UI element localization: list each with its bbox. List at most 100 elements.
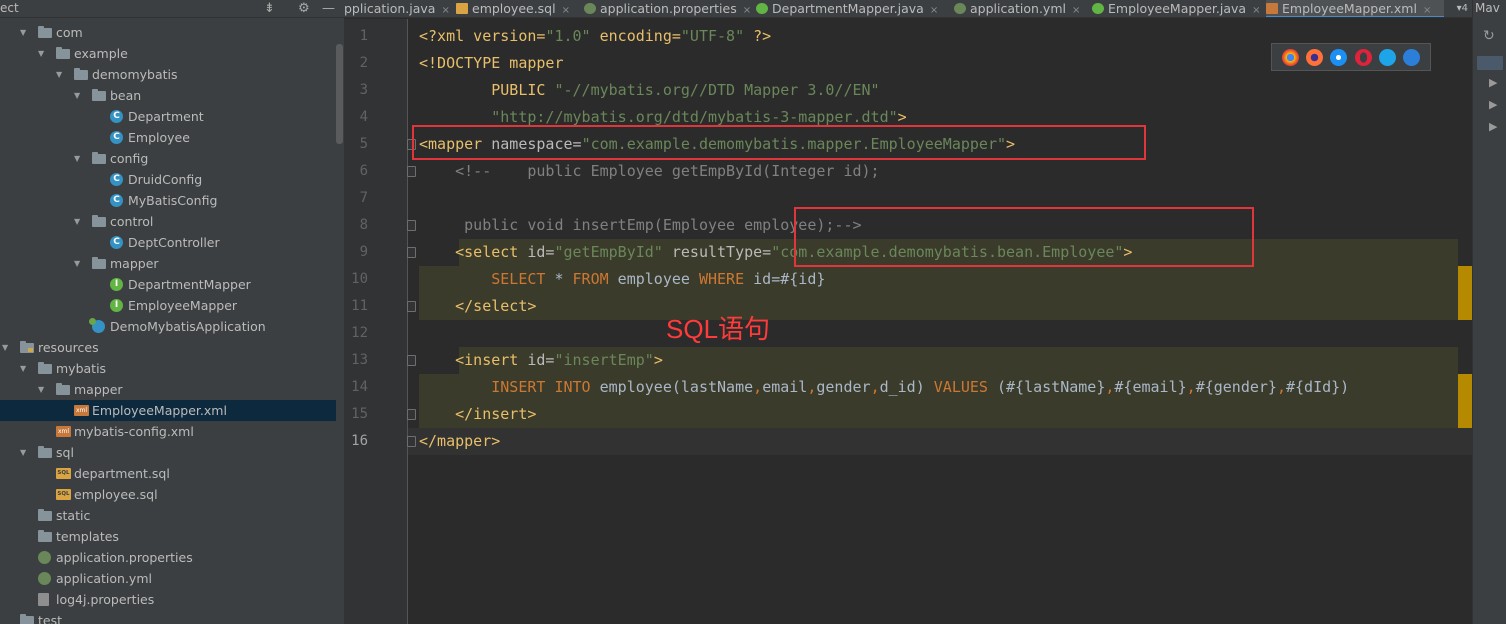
code-line[interactable]: <?xml version="1.0" encoding="UTF-8" ?> bbox=[419, 23, 771, 50]
editor-tab[interactable]: employee.sql × bbox=[456, 0, 576, 17]
close-tab-icon[interactable]: × bbox=[743, 5, 751, 16]
code-line[interactable]: SELECT * FROM employee WHERE id=#{id} bbox=[419, 266, 825, 293]
tree-item[interactable]: C MyBatisConfig bbox=[0, 190, 336, 211]
fold-marker-icon[interactable] bbox=[407, 436, 416, 447]
code-line[interactable]: </select> bbox=[419, 293, 536, 320]
tree-item[interactable]: ▼ example bbox=[0, 43, 336, 64]
collapse-arrow-icon[interactable]: ▼ bbox=[20, 22, 30, 43]
editor-tab[interactable]: DepartmentMapper.java × bbox=[756, 0, 946, 17]
collapse-arrow-icon[interactable]: ▼ bbox=[20, 442, 30, 463]
close-tab-icon[interactable]: × bbox=[1252, 5, 1260, 16]
tree-item[interactable]: C Employee bbox=[0, 127, 336, 148]
safari-icon[interactable] bbox=[1330, 48, 1348, 66]
editor-tab[interactable]: EmployeeMapper.java × bbox=[1092, 0, 1260, 17]
tree-item[interactable]: ▼ bean bbox=[0, 85, 336, 106]
tab-label: DepartmentMapper.java bbox=[772, 1, 924, 16]
collapse-arrow-icon[interactable]: ▼ bbox=[20, 358, 30, 379]
tree-item[interactable]: I DepartmentMapper bbox=[0, 274, 336, 295]
collapse-arrow-icon[interactable]: ▼ bbox=[38, 43, 48, 64]
fold-marker-icon[interactable] bbox=[407, 301, 416, 312]
tree-item[interactable]: SQL employee.sql bbox=[0, 484, 336, 505]
tree-item[interactable]: ▼ mapper bbox=[0, 379, 336, 400]
expand-arrow-icon[interactable]: ▶ bbox=[1489, 76, 1497, 89]
line-number: 11 bbox=[351, 298, 368, 314]
tree-item[interactable]: ▼ resources bbox=[0, 337, 336, 358]
code-line[interactable]: <!DOCTYPE mapper bbox=[419, 50, 564, 77]
tree-item[interactable]: ▼ demomybatis bbox=[0, 64, 336, 85]
fold-marker-icon[interactable] bbox=[407, 220, 416, 231]
collapse-arrow-icon[interactable]: ▼ bbox=[74, 85, 84, 106]
maven-tool-tab[interactable]: Mav bbox=[1475, 1, 1500, 15]
editor-tab[interactable]: application.properties × bbox=[584, 0, 751, 17]
maven-project-node[interactable] bbox=[1477, 56, 1503, 70]
code-line[interactable]: PUBLIC "-//mybatis.org//DTD Mapper 3.0//… bbox=[419, 77, 879, 104]
tree-item[interactable]: templates bbox=[0, 526, 336, 547]
close-tab-icon[interactable]: × bbox=[930, 5, 938, 16]
tree-item[interactable]: C DeptController bbox=[0, 232, 336, 253]
tree-item[interactable]: ▼ sql bbox=[0, 442, 336, 463]
code-line[interactable]: INSERT INTO employee(lastName,email,gend… bbox=[419, 374, 1349, 401]
fold-marker-icon[interactable] bbox=[407, 166, 416, 177]
tree-item[interactable]: log4j.properties bbox=[0, 589, 336, 610]
ie-icon[interactable] bbox=[1378, 48, 1396, 66]
tree-item[interactable]: SQL department.sql bbox=[0, 463, 336, 484]
code-editor[interactable]: 1 2 3 4 5 6 7 8 9 10 11 12 13 14 15 16 <?xml version="1… bbox=[344, 19, 1472, 624]
collapse-arrow-icon[interactable]: ▼ bbox=[2, 337, 12, 358]
collapse-arrow-icon[interactable]: ▼ bbox=[74, 148, 84, 169]
tree-item[interactable]: xml mybatis-config.xml bbox=[0, 421, 336, 442]
tree-item[interactable]: ▼ config bbox=[0, 148, 336, 169]
close-tab-icon[interactable]: × bbox=[441, 5, 449, 16]
chrome-icon[interactable] bbox=[1281, 48, 1299, 66]
edge-icon[interactable] bbox=[1403, 48, 1421, 66]
tree-item[interactable]: DemoMybatisApplication bbox=[0, 316, 336, 337]
sidebar-scrollbar[interactable] bbox=[336, 44, 343, 144]
close-tab-icon[interactable]: × bbox=[1423, 5, 1431, 16]
expand-arrow-icon[interactable]: ▶ bbox=[1489, 98, 1497, 111]
editor-tab-bar: pplication.java × employee.sql × application… bbox=[344, 0, 1472, 18]
tree-item[interactable]: application.properties bbox=[0, 547, 336, 568]
opera-icon[interactable] bbox=[1354, 48, 1372, 66]
tree-item[interactable]: xml EmployeeMapper.xml bbox=[0, 400, 336, 421]
tree-item[interactable]: test bbox=[0, 610, 336, 624]
collapse-arrow-icon[interactable]: ▼ bbox=[38, 379, 48, 400]
folder-icon bbox=[92, 89, 106, 101]
fold-marker-icon[interactable] bbox=[407, 355, 416, 366]
fold-marker-icon[interactable] bbox=[407, 247, 416, 258]
tab-overflow-button[interactable]: ▾4 bbox=[1457, 0, 1468, 17]
tree-item[interactable]: ▼ mybatis bbox=[0, 358, 336, 379]
collapse-arrow-icon[interactable]: ▼ bbox=[74, 253, 84, 274]
editor-tab[interactable]: EmployeeMapper.xml × bbox=[1266, 0, 1444, 17]
tree-item-label: Department bbox=[128, 109, 204, 124]
tree-item[interactable]: ▼ mapper bbox=[0, 253, 336, 274]
firefox-icon[interactable] bbox=[1305, 48, 1323, 66]
gear-icon[interactable]: ⚙ bbox=[298, 0, 310, 18]
tree-item[interactable]: static bbox=[0, 505, 336, 526]
tree-item[interactable]: C Department bbox=[0, 106, 336, 127]
editor-tab[interactable]: pplication.java × bbox=[344, 0, 450, 17]
expand-arrow-icon[interactable]: ▶ bbox=[1489, 120, 1497, 133]
tree-item[interactable]: I EmployeeMapper bbox=[0, 295, 336, 316]
close-tab-icon[interactable]: × bbox=[562, 5, 570, 16]
resources-folder-icon bbox=[20, 341, 34, 353]
tree-item-label: control bbox=[110, 214, 154, 229]
hide-panel-icon[interactable]: — bbox=[322, 0, 335, 18]
collapse-all-icon[interactable]: ⇟ bbox=[264, 0, 275, 18]
collapse-arrow-icon[interactable]: ▼ bbox=[74, 211, 84, 232]
tree-item[interactable]: ▼ control bbox=[0, 211, 336, 232]
code-line[interactable]: </insert> bbox=[419, 401, 536, 428]
tree-item[interactable]: application.yml bbox=[0, 568, 336, 589]
code-line[interactable]: <!-- public Employee getEmpById(Integer … bbox=[419, 158, 879, 185]
refresh-icon[interactable]: ↻ bbox=[1483, 28, 1495, 44]
tree-item[interactable]: ▼ com bbox=[0, 22, 336, 43]
code-line[interactable]: </mapper> bbox=[419, 428, 500, 455]
project-panel-title[interactable]: ect bbox=[0, 1, 19, 15]
change-marker[interactable] bbox=[1458, 374, 1472, 428]
tree-item[interactable]: C DruidConfig bbox=[0, 169, 336, 190]
change-marker[interactable] bbox=[1458, 266, 1472, 320]
editor-tab[interactable]: application.yml × bbox=[954, 0, 1084, 17]
close-tab-icon[interactable]: × bbox=[1072, 5, 1080, 16]
collapse-arrow-icon[interactable]: ▼ bbox=[56, 64, 66, 85]
fold-marker-icon[interactable] bbox=[407, 409, 416, 420]
code-line[interactable]: <insert id="insertEmp"> bbox=[419, 347, 663, 374]
